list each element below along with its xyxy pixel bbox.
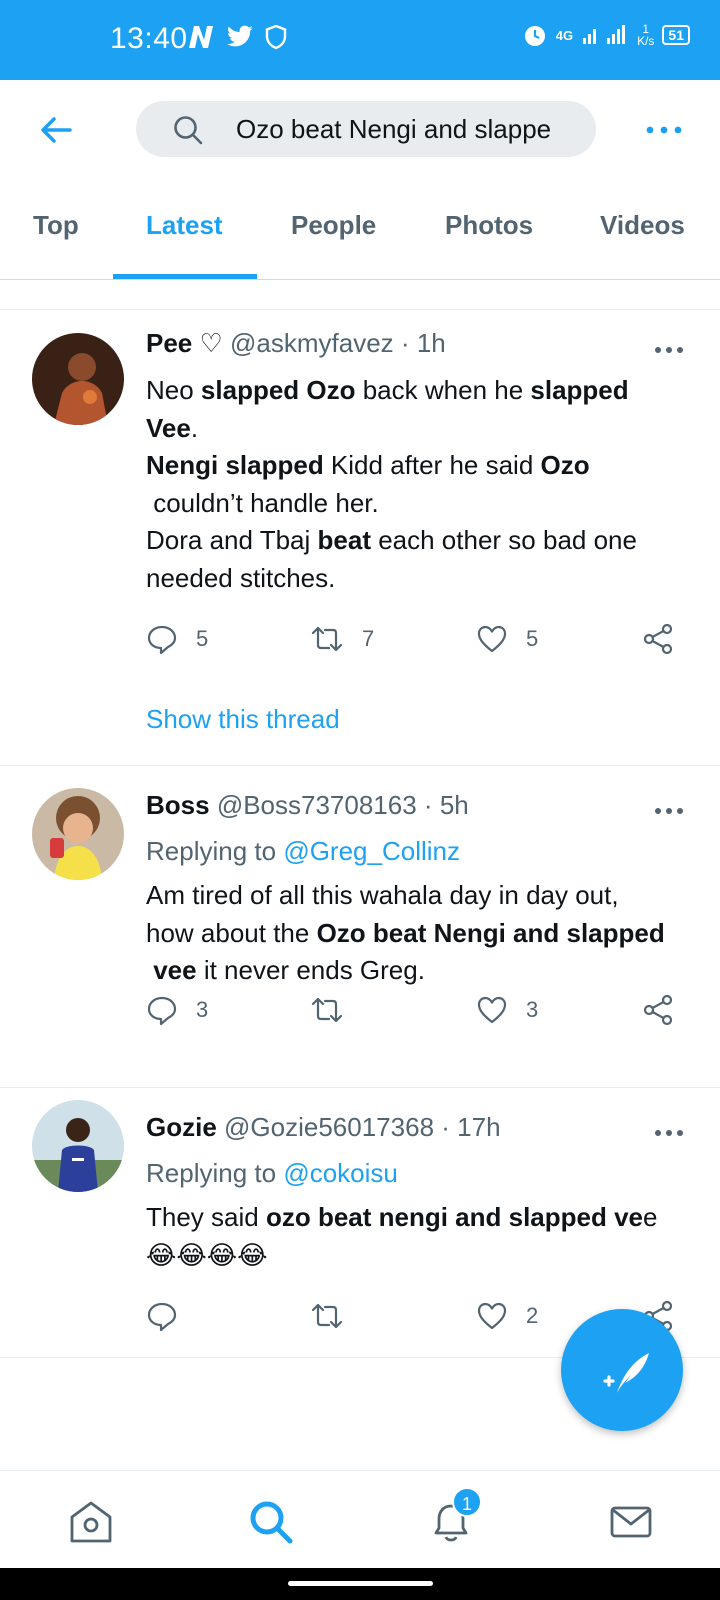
back-arrow-icon[interactable] xyxy=(36,110,76,150)
battery-indicator: 51 xyxy=(662,25,690,45)
tweet-time: 1h xyxy=(416,328,446,358)
shield-icon xyxy=(265,24,287,50)
heart-icon xyxy=(477,1302,507,1330)
reply-icon xyxy=(147,1302,177,1332)
like-count: 5 xyxy=(526,626,539,651)
divider xyxy=(0,309,720,310)
author-name[interactable]: Pee ♡ xyxy=(146,328,223,358)
search-nav-icon[interactable] xyxy=(246,1497,296,1547)
reply-button[interactable] xyxy=(146,1296,196,1336)
show-thread-link[interactable]: Show this thread xyxy=(146,704,340,735)
active-tab-indicator xyxy=(113,274,257,279)
retweet-button[interactable] xyxy=(310,990,362,1030)
retweet-count: 7 xyxy=(362,626,375,651)
reply-icon xyxy=(147,996,177,1026)
tweet-more-icon[interactable] xyxy=(654,801,684,821)
avatar[interactable] xyxy=(32,1100,124,1192)
tweet-text: They said ozo beat nengi and slapped vee… xyxy=(146,1199,691,1274)
reply-button[interactable]: 5 xyxy=(146,619,208,659)
status-right-icons: 4G 1 K/s 51 xyxy=(522,22,690,48)
retweet-icon xyxy=(311,997,343,1023)
author-name[interactable]: Boss xyxy=(146,790,210,820)
laughing-emoji-row: 😂😂😂😂 xyxy=(146,1239,268,1270)
reply-icon xyxy=(147,625,177,655)
tweet-header: Pee ♡ @askmyfavez · 1h xyxy=(146,328,446,358)
divider xyxy=(0,1087,720,1088)
reply-count: 5 xyxy=(196,626,209,651)
like-count: 2 xyxy=(526,1303,539,1328)
search-input[interactable] xyxy=(236,109,581,149)
tweet-actions: 3 3 xyxy=(146,990,691,1030)
compose-tweet-button[interactable] xyxy=(561,1309,683,1431)
gesture-bar xyxy=(0,1568,720,1600)
home-icon[interactable] xyxy=(66,1497,116,1547)
like-count: 3 xyxy=(526,997,539,1022)
tweet-more-icon[interactable] xyxy=(654,340,684,360)
tab-top[interactable]: Top xyxy=(33,210,79,241)
twitter-bird-icon xyxy=(227,25,253,47)
author-handle: @Gozie56017368 xyxy=(224,1112,435,1142)
tweet-header: Boss @Boss73708163 · 5h xyxy=(146,790,469,820)
like-button[interactable]: 2 xyxy=(476,1296,538,1336)
home-indicator[interactable] xyxy=(288,1581,433,1586)
like-button[interactable]: 3 xyxy=(476,990,538,1030)
status-left-icons xyxy=(186,24,288,50)
share-button[interactable] xyxy=(642,990,674,1030)
author-name[interactable]: Gozie xyxy=(146,1112,217,1142)
status-bar: 13:40 4G 1 K/s 51 xyxy=(0,0,720,80)
network-speed: 1 K/s xyxy=(637,22,655,48)
share-icon xyxy=(643,623,673,655)
retweet-icon xyxy=(311,1303,343,1329)
tweet-time: 17h xyxy=(457,1112,501,1142)
replying-to: Replying to @cokoisu xyxy=(146,1158,398,1188)
tweet-time: 5h xyxy=(439,790,469,820)
search-tabs: Top Latest People Photos Videos xyxy=(0,180,720,280)
author-handle: @Boss73708163 xyxy=(216,790,417,820)
tab-latest[interactable]: Latest xyxy=(146,210,223,241)
like-button[interactable]: 5 xyxy=(476,619,538,659)
retweet-button[interactable]: 7 xyxy=(310,619,374,659)
search-icon xyxy=(174,116,203,145)
network-label: 4G xyxy=(555,27,574,43)
reply-mention[interactable]: @Greg_Collinz xyxy=(283,836,460,866)
tab-videos[interactable]: Videos xyxy=(600,210,685,241)
tweet-more-icon[interactable] xyxy=(654,1123,684,1143)
tweet-header: Gozie @Gozie56017368 · 17h xyxy=(146,1112,501,1142)
avatar[interactable] xyxy=(32,788,124,880)
reply-count: 3 xyxy=(196,997,209,1022)
bottom-nav: 1 xyxy=(0,1470,720,1570)
signal-icon xyxy=(583,25,626,44)
status-time: 13:40 xyxy=(110,22,188,55)
replying-to: Replying to @Greg_Collinz xyxy=(146,836,460,866)
tab-people[interactable]: People xyxy=(291,210,376,241)
search-field[interactable] xyxy=(136,101,596,157)
tweet-text: Neo slapped Ozo back when he slapped Vee… xyxy=(146,375,637,593)
share-button[interactable] xyxy=(642,619,674,659)
retweet-icon xyxy=(311,626,343,652)
alarm-icon xyxy=(524,26,545,46)
avatar[interactable] xyxy=(32,333,124,425)
divider xyxy=(0,765,720,766)
tweet-actions: 5 7 5 xyxy=(146,619,691,659)
n-app-icon xyxy=(189,26,213,48)
reply-button[interactable]: 3 xyxy=(146,990,208,1030)
tweet-text: Am tired of all this wahala day in day o… xyxy=(146,880,665,985)
reply-mention[interactable]: @cokoisu xyxy=(283,1158,398,1188)
notification-badge: 1 xyxy=(452,1487,482,1517)
heart-icon xyxy=(477,625,507,653)
retweet-button[interactable] xyxy=(310,1296,362,1336)
heart-icon xyxy=(477,996,507,1024)
more-options-icon[interactable] xyxy=(644,110,684,150)
compose-feather-icon xyxy=(603,1353,649,1393)
author-handle: @askmyfavez xyxy=(230,328,394,358)
share-icon xyxy=(643,994,673,1026)
tab-photos[interactable]: Photos xyxy=(445,210,533,241)
search-header xyxy=(0,80,720,180)
messages-envelope-icon[interactable] xyxy=(606,1497,656,1547)
